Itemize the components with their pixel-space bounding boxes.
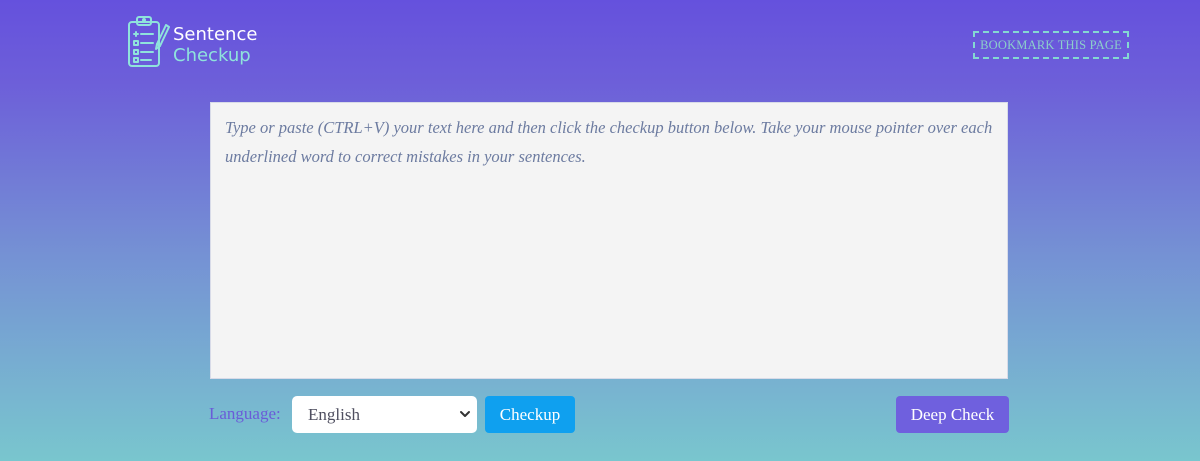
site-logo[interactable]: Sentence Checkup <box>126 14 257 75</box>
clipboard-checklist-icon <box>126 14 170 75</box>
logo-text-line2: Checkup <box>173 44 251 66</box>
text-editor[interactable]: Type or paste (CTRL+V) your text here an… <box>210 102 1008 379</box>
logo-text-line1: Sentence <box>173 23 258 45</box>
bookmark-button[interactable]: BOOKMARK THIS PAGE <box>973 31 1129 59</box>
checkup-button[interactable]: Checkup <box>485 396 575 433</box>
deep-check-button[interactable]: Deep Check <box>896 396 1009 433</box>
editor-placeholder: Type or paste (CTRL+V) your text here an… <box>225 118 993 166</box>
logo-text: Sentence Checkup <box>173 24 257 66</box>
language-selected-value: English <box>308 404 360 424</box>
language-select[interactable]: English <box>292 396 477 433</box>
chevron-down-icon <box>459 406 471 422</box>
language-label: Language: <box>209 404 281 423</box>
